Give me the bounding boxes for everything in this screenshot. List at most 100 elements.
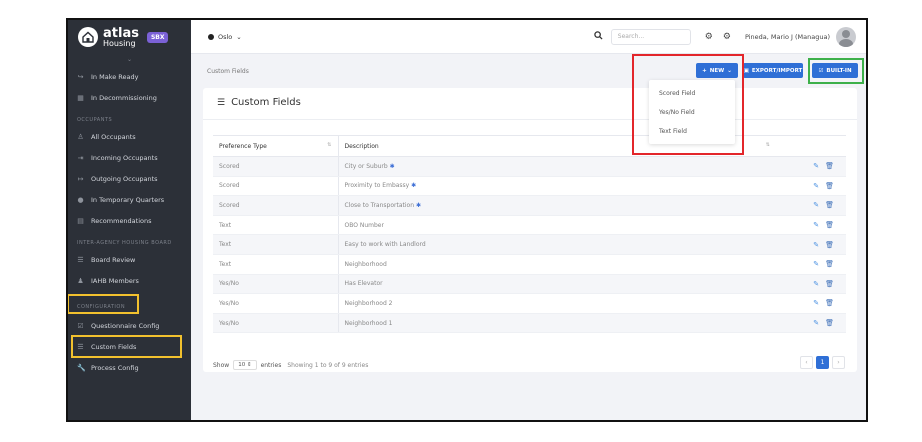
sidebar-item-questionnaire-config[interactable]: ☑ Questionnaire Config — [68, 315, 191, 336]
trash-icon[interactable]: 🗑 — [825, 319, 834, 327]
list-icon: ☰ — [77, 255, 84, 264]
brand-text: atlas Housing — [103, 27, 139, 48]
edit-icon[interactable]: ✎ — [813, 162, 819, 170]
table-row: Yes/No Neighborhood 2 ✎ 🗑 — [213, 293, 846, 314]
sidebar-item-label: Incoming Occupants — [91, 153, 158, 162]
sidebar-item-label: In Decommissioning — [91, 93, 157, 102]
cell-description: Easy to work with Landlord — [338, 234, 776, 255]
cell-description: Neighborhood 1 — [338, 313, 776, 334]
sidebar-item-in-make-ready[interactable]: ↪ In Make Ready — [68, 66, 191, 87]
gears-icon[interactable]: ⚙ — [705, 32, 713, 42]
cell-actions: ✎ 🗑 — [776, 274, 846, 295]
cell-description: Proximity to Embassy ✱ — [338, 176, 776, 197]
trash-icon[interactable]: 🗑 — [825, 260, 834, 268]
cell-preference-type: Text — [213, 234, 339, 255]
cell-text: Text — [219, 221, 232, 229]
edit-icon[interactable]: ✎ — [813, 280, 819, 288]
cell-text: Proximity to Embassy — [344, 182, 410, 190]
cell-text: Neighborhood 2 — [344, 299, 393, 307]
calendar-icon: ▦ — [77, 93, 84, 102]
edit-icon[interactable]: ✎ — [813, 201, 819, 209]
sidebar-item-label: Questionnaire Config — [91, 321, 160, 330]
edit-icon[interactable]: ✎ — [813, 260, 819, 268]
trash-icon[interactable]: 🗑 — [825, 201, 834, 209]
custom-fields-table: Preference Type ⇅ Description ⇅ Scored Ci… — [213, 135, 846, 334]
edit-icon[interactable]: ✎ — [813, 319, 819, 327]
breadcrumb: Custom Fields — [207, 68, 249, 75]
table-row: Scored Proximity to Embassy ✱ ✎ 🗑 — [213, 176, 846, 197]
edit-icon[interactable]: ✎ — [813, 241, 819, 249]
avatar[interactable] — [836, 26, 856, 47]
sidebar-item-in-decommissioning[interactable]: ▦ In Decommissioning — [68, 87, 191, 108]
location-selector[interactable]: Oslo ⌄ — [208, 33, 242, 41]
table-row: Text OBO Number ✎ 🗑 — [213, 215, 846, 236]
cell-actions: ✎ 🗑 — [776, 176, 846, 197]
brand[interactable]: atlas Housing SBX — [68, 20, 191, 54]
cell-text: Easy to work with Landlord — [344, 241, 426, 249]
page-title: ☰ Custom Fields — [217, 97, 301, 108]
sidebar: atlas Housing SBX ⌄ ↪ In Make Ready ▦ In… — [68, 20, 191, 420]
table-footer: Show 10 ⇕ entries Showing 1 to 9 of 9 en… — [213, 360, 368, 370]
gear-icon[interactable]: ⚙ — [723, 32, 731, 42]
cell-text: Scored — [219, 201, 240, 209]
sidebar-item-recommendations[interactable]: ▤ Recommendations — [68, 210, 191, 231]
edit-icon[interactable]: ✎ — [813, 182, 819, 190]
cell-preference-type: Scored — [213, 195, 339, 216]
users-icon: ♟ — [77, 276, 84, 285]
cell-actions: ✎ 🗑 — [776, 215, 846, 236]
divider — [203, 119, 857, 120]
edit-icon[interactable]: ✎ — [813, 221, 819, 229]
cell-text: Close to Transportation — [344, 201, 415, 209]
cell-text: Yes/No — [219, 299, 239, 307]
sidebar-item-label: Outgoing Occupants — [91, 174, 158, 183]
user-name[interactable]: Pineda, Mario J (Managua) — [745, 33, 830, 41]
export-import-button[interactable]: ▣ EXPORT/IMPORT — [743, 63, 803, 78]
page-1-button[interactable]: 1 — [816, 356, 829, 369]
cell-preference-type: Yes/No — [213, 313, 339, 334]
cell-text: Neighborhood 1 — [344, 319, 393, 327]
sidebar-item-label: In Temporary Quarters — [91, 195, 165, 204]
chevron-down-icon[interactable]: ⌄ — [68, 54, 191, 66]
cell-preference-type: Text — [213, 215, 339, 236]
table-row: Scored City or Suburb ✱ ✎ 🗑 — [213, 156, 846, 177]
table-header-row: Preference Type ⇅ Description ⇅ — [213, 135, 846, 157]
cell-preference-type: Yes/No — [213, 274, 339, 295]
checkbox-icon: ☑ — [77, 321, 84, 330]
sidebar-item-process-config[interactable]: 🔧 Process Config — [68, 357, 191, 378]
sidebar-item-board-review[interactable]: ☰ Board Review — [68, 249, 191, 270]
trash-icon[interactable]: 🗑 — [825, 241, 834, 249]
page-size-value: 10 — [238, 362, 246, 368]
sidebar-item-all-occupants[interactable]: ♙ All Occupants — [68, 126, 191, 147]
trash-icon[interactable]: 🗑 — [825, 182, 834, 190]
required-star-icon: ✱ — [389, 162, 395, 170]
column-header-preference-type[interactable]: Preference Type ⇅ — [213, 135, 339, 157]
trash-icon[interactable]: 🗑 — [825, 299, 834, 307]
prev-page-button[interactable]: ‹ — [800, 356, 813, 369]
search-input[interactable]: Search... — [610, 28, 691, 45]
column-header-label: Preference Type — [219, 142, 267, 150]
trash-icon[interactable]: 🗑 — [825, 162, 834, 170]
cell-description: Neighborhood — [338, 254, 776, 275]
cell-preference-type: Scored — [213, 176, 339, 197]
sidebar-item-outgoing-occupants[interactable]: ↦ Outgoing Occupants — [68, 168, 191, 189]
edit-icon[interactable]: ✎ — [813, 299, 819, 307]
sidebar-item-label: Board Review — [91, 255, 136, 264]
table-row: Yes/No Neighborhood 1 ✎ 🗑 — [213, 313, 846, 334]
location-dot-icon — [208, 33, 214, 40]
pagination: ‹ 1 › — [800, 356, 845, 369]
next-page-button[interactable]: › — [832, 356, 845, 369]
trash-icon[interactable]: 🗑 — [825, 280, 834, 288]
entries-summary: Showing 1 to 9 of 9 entries — [287, 361, 369, 369]
trash-icon[interactable]: 🗑 — [825, 221, 834, 229]
wrench-icon: 🔧 — [77, 363, 86, 372]
cell-preference-type: Scored — [213, 156, 339, 177]
sidebar-item-in-temporary-quarters[interactable]: ● In Temporary Quarters — [68, 189, 191, 210]
export-button-label: EXPORT/IMPORT — [751, 67, 803, 74]
sidebar-item-incoming-occupants[interactable]: ⇥ Incoming Occupants — [68, 147, 191, 168]
page-size-select[interactable]: 10 ⇕ — [233, 360, 257, 370]
sidebar-item-label: Process Config — [91, 363, 139, 372]
sidebar-item-custom-fields[interactable]: ☰ Custom Fields — [71, 335, 182, 358]
sort-icon: ⇅ — [765, 142, 770, 148]
sidebar-item-iahb-members[interactable]: ♟ IAHB Members — [68, 270, 191, 291]
search-icon[interactable] — [594, 30, 603, 43]
